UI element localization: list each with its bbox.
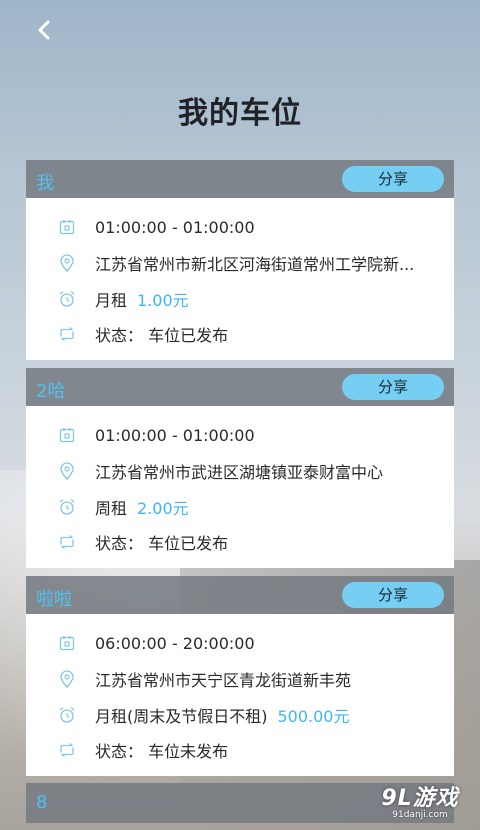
calendar-icon — [58, 426, 76, 444]
time-range: 01:00:00 - 01:00:00 — [95, 217, 255, 237]
address-row: 江苏省常州市新北区河海街道常州工学院新... — [26, 248, 454, 278]
address-text: 江苏省常州市天宁区青龙街道新丰苑 — [95, 671, 352, 690]
status-text: 状态： 车位未发布 — [95, 742, 229, 761]
rent-row: 月租 1.00元 — [26, 284, 454, 314]
location-pin-icon — [58, 670, 76, 688]
card-name: 8 — [36, 792, 48, 813]
time-row: 06:00:00 - 20:00:00 — [26, 628, 454, 658]
card-body: 01:00:00 - 01:00:00 江苏省常州市武进区湖塘镇亚泰财富中心 周… — [26, 406, 454, 568]
card-body: 06:00:00 - 20:00:00 江苏省常州市天宁区青龙街道新丰苑 月租(… — [26, 614, 454, 776]
alarm-clock-icon — [58, 706, 76, 724]
parking-card: 啦啦 分享 06:00:00 - 20:00:00 江苏省常州市天宁区青龙街道新… — [26, 576, 454, 776]
alarm-clock-icon — [58, 290, 76, 308]
price-value: 2.00元 — [137, 499, 189, 518]
rent-row: 月租(周末及节假日不租) 500.00元 — [26, 700, 454, 730]
calendar-icon — [58, 634, 76, 652]
alarm-clock-icon — [58, 498, 76, 516]
price-value: 500.00元 — [277, 707, 350, 726]
calendar-icon — [58, 218, 76, 236]
address-row: 江苏省常州市武进区湖塘镇亚泰财富中心 — [26, 456, 454, 486]
time-range: 06:00:00 - 20:00:00 — [95, 633, 255, 653]
status-text: 状态： 车位已发布 — [95, 534, 229, 553]
status-cycle-icon — [58, 533, 76, 551]
card-body: 01:00:00 - 01:00:00 江苏省常州市新北区河海街道常州工学院新.… — [26, 198, 454, 360]
rent-type: 月租 — [95, 291, 128, 310]
address-text: 江苏省常州市武进区湖塘镇亚泰财富中心 — [95, 463, 384, 482]
status-row: 状态： 车位已发布 — [26, 319, 454, 349]
card-name: 我 — [36, 173, 54, 194]
share-button[interactable]: 分享 — [342, 582, 444, 608]
back-button[interactable] — [30, 16, 58, 44]
rent-type: 周租 — [95, 499, 128, 518]
price-value: 1.00元 — [137, 291, 189, 310]
parking-card: 2哈 分享 01:00:00 - 01:00:00 江苏省常州市武进区湖塘镇亚泰… — [26, 368, 454, 568]
time-row: 01:00:00 - 01:00:00 — [26, 420, 454, 450]
chevron-left-icon — [38, 20, 50, 40]
location-pin-icon — [58, 462, 76, 480]
status-cycle-icon — [58, 741, 76, 759]
address-text: 江苏省常州市新北区河海街道常州工学院新... — [95, 255, 415, 274]
card-header: 2哈 分享 — [26, 368, 454, 406]
time-range: 01:00:00 - 01:00:00 — [95, 425, 255, 445]
card-name: 2哈 — [36, 381, 66, 402]
card-header: 我 分享 — [26, 160, 454, 198]
watermark-main: 9L游戏 — [381, 786, 459, 811]
share-button[interactable]: 分享 — [342, 166, 444, 192]
status-text: 状态： 车位已发布 — [95, 326, 229, 345]
location-pin-icon — [58, 254, 76, 272]
share-button[interactable]: 分享 — [342, 374, 444, 400]
status-row: 状态： 车位已发布 — [26, 527, 454, 557]
page-title: 我的车位 — [178, 96, 302, 131]
rent-row: 周租 2.00元 — [26, 492, 454, 522]
rent-type: 月租(周末及节假日不租) — [95, 707, 268, 726]
status-row: 状态： 车位未发布 — [26, 735, 454, 765]
time-row: 01:00:00 - 01:00:00 — [26, 212, 454, 242]
parking-card: 我 分享 01:00:00 - 01:00:00 江苏省常州市新北区河海街道常州… — [26, 160, 454, 360]
watermark-logo: 9L游戏 91danji.com — [364, 780, 476, 826]
address-row: 江苏省常州市天宁区青龙街道新丰苑 — [26, 664, 454, 694]
card-name: 啦啦 — [36, 589, 72, 610]
card-header: 啦啦 分享 — [26, 576, 454, 614]
status-cycle-icon — [58, 325, 76, 343]
